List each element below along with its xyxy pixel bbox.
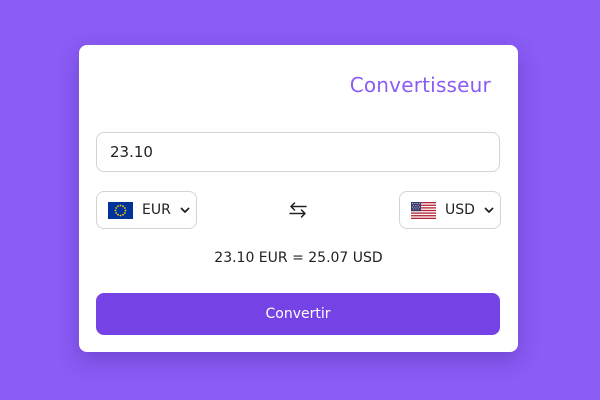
converter-title: Convertisseur [349, 73, 491, 97]
from-currency-select[interactable]: EUR [96, 191, 197, 229]
conversion-result: 23.10 EUR = 25.07 USD [214, 250, 383, 266]
us-flag-icon [411, 201, 436, 219]
convert-button[interactable]: Convertir [96, 293, 500, 335]
amount-input[interactable] [96, 132, 500, 172]
chevron-down-icon [180, 207, 190, 214]
from-currency-code: EUR [142, 202, 171, 218]
converter-card: Convertisseur 23.10 EUR USD 23.10 EUR = … [79, 45, 518, 352]
eu-flag-icon [108, 201, 133, 219]
to-currency-code: USD [445, 202, 475, 218]
to-currency-select[interactable]: USD [399, 191, 501, 229]
swap-arrows-icon[interactable] [286, 198, 310, 222]
chevron-down-icon [484, 207, 494, 214]
